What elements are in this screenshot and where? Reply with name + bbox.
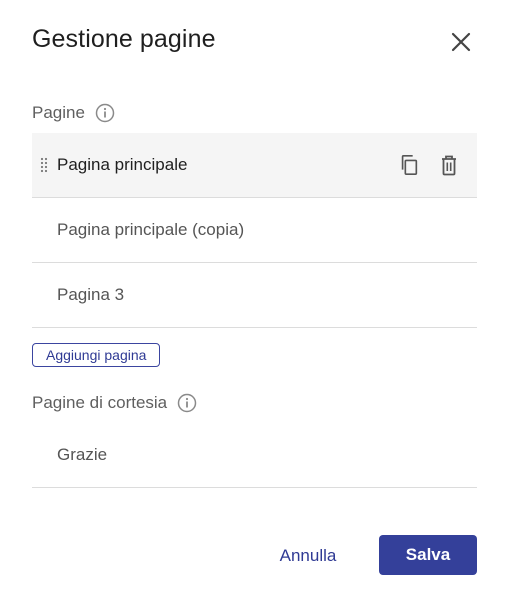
page-row-label: Pagina principale — [57, 155, 188, 174]
page-row-main-copy[interactable]: Pagina principale (copia) — [32, 198, 477, 263]
pages-list: Pagina principale Pagina principale (cop… — [32, 133, 477, 328]
cancel-button[interactable]: Annulla — [268, 537, 348, 575]
courtesy-row-label: Grazie — [57, 445, 108, 464]
info-icon[interactable] — [95, 103, 115, 123]
page-row-main[interactable]: Pagina principale — [32, 133, 477, 198]
info-icon[interactable] — [177, 393, 197, 413]
pages-section-title: Pagine — [32, 103, 85, 122]
courtesy-row-thanks[interactable]: Grazie — [32, 423, 477, 488]
drag-handle-icon[interactable] — [40, 157, 48, 173]
page-row-label: Pagina principale (copia) — [57, 220, 245, 239]
close-button[interactable] — [447, 28, 475, 56]
manage-pages-dialog: Gestione pagine Pagine Pagina principale… — [0, 0, 506, 590]
copy-icon[interactable] — [397, 153, 421, 177]
page-row-label: Pagina 3 — [57, 285, 125, 304]
courtesy-section-label: Pagine di cortesia — [32, 393, 197, 413]
pages-section-label: Pagine — [32, 103, 115, 123]
courtesy-pages-list: Grazie — [32, 423, 477, 488]
row-actions — [397, 153, 461, 177]
courtesy-section-title: Pagine di cortesia — [32, 393, 168, 412]
save-button[interactable]: Salva — [379, 535, 477, 575]
close-icon — [451, 32, 471, 52]
page-row-3[interactable]: Pagina 3 — [32, 263, 477, 328]
dialog-title: Gestione pagine — [32, 25, 216, 53]
trash-icon[interactable] — [437, 153, 461, 177]
add-page-button[interactable]: Aggiungi pagina — [32, 343, 161, 367]
